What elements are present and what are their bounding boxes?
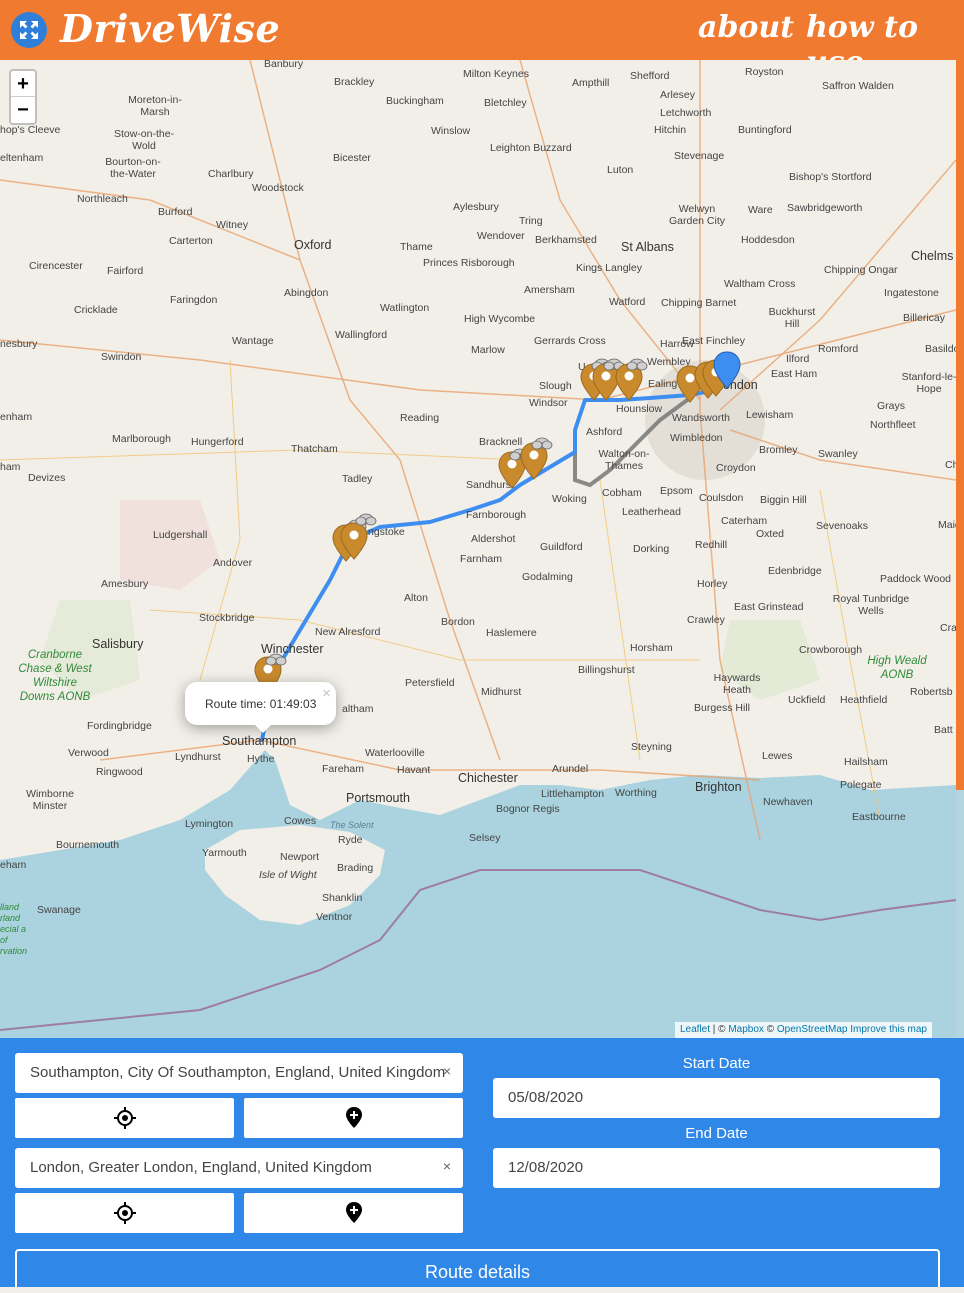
route-map[interactable]: Banbury Brackley Milton Keynes Ampthill …: [0, 60, 956, 1038]
map-pin-plus-icon: [345, 1107, 362, 1128]
brand-name: DriveWise: [60, 6, 281, 51]
page-side-strip-sea: [956, 790, 964, 1038]
attribution-separator: ©: [763, 1024, 777, 1035]
destination-input-value: London, Greater London, England, United …: [30, 1159, 372, 1176]
weather-markers: [254, 351, 741, 694]
origin-pick-on-map-button[interactable]: [244, 1098, 463, 1138]
improve-map-link[interactable]: Improve this map: [850, 1024, 927, 1035]
map-attribution: Leaflet | © Mapbox © OpenStreetMap Impro…: [675, 1022, 932, 1038]
zoom-control: + −: [9, 69, 37, 125]
zoom-out-button[interactable]: −: [11, 97, 35, 123]
crosshair-icon: [113, 1107, 136, 1129]
popup-tip: [253, 723, 273, 733]
origin-input[interactable]: Southampton, City Of Southampton, Englan…: [15, 1053, 463, 1093]
end-date-label: End Date: [685, 1125, 748, 1142]
destination-clear-button[interactable]: ×: [443, 1148, 451, 1184]
route-details-button[interactable]: Route details: [15, 1249, 940, 1287]
openstreetmap-link[interactable]: OpenStreetMap: [777, 1024, 848, 1035]
popup-close-button[interactable]: ×: [322, 685, 331, 702]
route-time-popup: Route time: 01:49:03 ×: [185, 682, 336, 733]
destination-pick-on-map-button[interactable]: [244, 1193, 463, 1233]
origin-clear-button[interactable]: ×: [443, 1053, 451, 1089]
crosshair-icon: [113, 1202, 136, 1224]
destination-input[interactable]: London, Greater London, England, United …: [15, 1148, 463, 1188]
leaflet-link[interactable]: Leaflet: [680, 1024, 710, 1035]
origin-input-value: Southampton, City Of Southampton, Englan…: [30, 1064, 446, 1081]
route-time-text: Route time: 01:49:03: [205, 697, 317, 711]
destination-locate-button[interactable]: [15, 1193, 234, 1233]
app-header: DriveWise about how to use: [0, 0, 964, 80]
nav-about-link[interactable]: about: [698, 10, 794, 45]
weather-marker: [520, 437, 553, 480]
page-side-strip: [956, 60, 964, 790]
mapbox-link[interactable]: Mapbox: [728, 1024, 764, 1035]
map-pin-plus-icon: [345, 1202, 362, 1223]
origin-locate-button[interactable]: [15, 1098, 234, 1138]
start-date-input[interactable]: 05/08/2020: [493, 1078, 940, 1118]
end-date-input[interactable]: 12/08/2020: [493, 1148, 940, 1188]
attribution-separator: | ©: [710, 1024, 729, 1035]
zoom-in-button[interactable]: +: [11, 71, 35, 97]
start-date-label: Start Date: [682, 1055, 751, 1072]
expand-arrows-icon[interactable]: [11, 12, 47, 48]
